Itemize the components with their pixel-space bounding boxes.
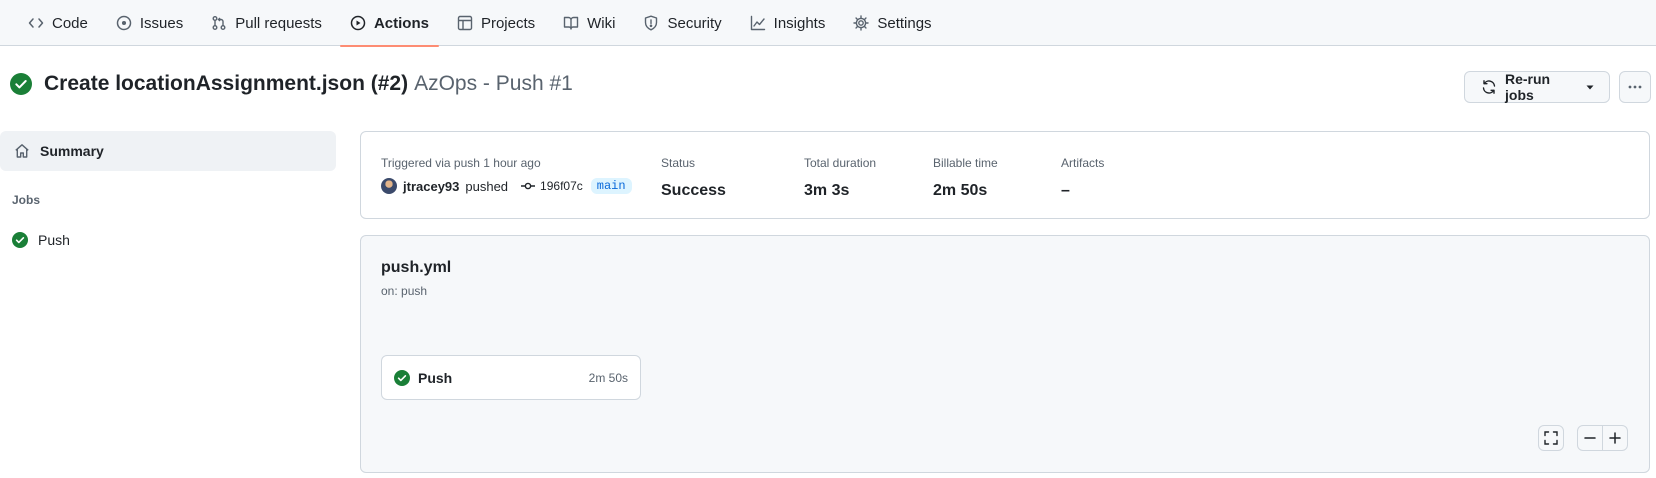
tab-actions[interactable]: Actions <box>339 0 439 47</box>
check-circle-fill-icon <box>394 369 410 386</box>
dash-icon <box>1583 431 1597 445</box>
tab-wiki[interactable]: Wiki <box>553 0 625 46</box>
sidebar-item-label: Push <box>38 232 70 248</box>
workflow-run-name: AzOps - Push #1 <box>414 72 573 95</box>
commit-link[interactable]: 196f07c <box>520 178 583 194</box>
status-stat: Status Success <box>661 156 726 200</box>
trigger-text: Triggered via push 1 hour ago <box>381 156 541 170</box>
shield-icon <box>643 15 659 31</box>
tab-settings[interactable]: Settings <box>843 0 941 46</box>
jobs-heading: Jobs <box>12 193 41 207</box>
branch-label[interactable]: main <box>590 178 632 194</box>
tab-insights[interactable]: Insights <box>740 0 836 46</box>
sync-icon <box>1481 79 1497 95</box>
tab-pull-requests[interactable]: Pull requests <box>201 0 332 46</box>
table-icon <box>457 15 473 31</box>
push-verb: pushed <box>465 178 509 194</box>
duration-value: 3m 3s <box>804 182 850 199</box>
more-options-button[interactable] <box>1619 71 1651 103</box>
issue-opened-icon <box>116 15 132 31</box>
book-icon <box>563 15 579 31</box>
kebab-horizontal-icon <box>1627 79 1643 95</box>
tab-projects[interactable]: Projects <box>447 0 545 46</box>
zoom-out-button[interactable] <box>1577 425 1603 451</box>
tab-security[interactable]: Security <box>633 0 731 46</box>
git-commit-icon <box>520 178 536 194</box>
check-circle-fill-icon <box>12 232 28 248</box>
sidebar-item-summary[interactable]: Summary <box>0 131 336 171</box>
zoom-in-button[interactable] <box>1602 425 1628 451</box>
play-icon <box>350 15 366 31</box>
duration-label: Total duration <box>804 156 877 170</box>
plus-icon <box>1608 431 1622 445</box>
repo-nav: Code Issues Pull requests Actions Projec… <box>0 0 1656 47</box>
fullscreen-button[interactable] <box>1538 425 1564 451</box>
artifacts-stat: Artifacts – <box>1061 156 1104 200</box>
workflow-graph: push.yml on: push Push 2m 50s <box>360 235 1650 473</box>
push-info: jtracey93 pushed 196f07c main <box>381 178 632 194</box>
tab-label: Projects <box>480 14 536 32</box>
artifacts-label: Artifacts <box>1061 156 1105 170</box>
rerun-jobs-button[interactable]: Re-run jobs <box>1464 71 1610 103</box>
code-icon <box>28 15 44 31</box>
job-name: Push <box>418 369 453 386</box>
tab-label: Wiki <box>587 14 616 32</box>
workflow-trigger: on: push <box>381 284 428 298</box>
graph-icon <box>750 15 766 31</box>
tab-issues[interactable]: Issues <box>106 0 193 46</box>
billable-label: Billable time <box>933 156 998 170</box>
status-value: Success <box>661 182 726 199</box>
tab-label: Pull requests <box>235 14 322 32</box>
tab-label: Settings <box>877 14 932 32</box>
tab-code[interactable]: Code <box>18 0 98 46</box>
tab-label: Issues <box>139 14 184 32</box>
screen-full-icon <box>1543 430 1559 446</box>
workflow-file-name[interactable]: push.yml <box>381 259 451 277</box>
home-icon <box>14 143 30 159</box>
billable-value: 2m 50s <box>933 182 988 199</box>
run-summary-card: Triggered via push 1 hour ago jtracey93 … <box>360 131 1650 219</box>
avatar[interactable] <box>381 178 397 194</box>
page-title: Create locationAssignment.json (#2) <box>44 72 409 95</box>
job-duration: 2m 50s <box>588 370 628 385</box>
triangle-down-icon <box>1585 82 1595 92</box>
tab-label: Insights <box>773 14 826 32</box>
tab-label: Code <box>52 14 88 32</box>
check-circle-fill-icon <box>10 73 32 95</box>
git-pull-request-icon <box>211 15 227 31</box>
sidebar-item-label: Summary <box>40 143 104 159</box>
billable-stat: Billable time 2m 50s <box>933 156 998 200</box>
run-header: Create locationAssignment.json (#2) AzOps… <box>10 72 573 96</box>
tab-label: Actions <box>373 14 429 32</box>
sidebar-item-push[interactable]: Push <box>0 228 336 252</box>
user-link[interactable]: jtracey93 <box>403 179 459 194</box>
gear-icon <box>853 15 870 31</box>
commit-sha: 196f07c <box>540 179 583 193</box>
status-label: Status <box>661 156 696 170</box>
artifacts-value: – <box>1061 182 1070 199</box>
duration-stat: Total duration 3m 3s <box>804 156 876 200</box>
job-node-push[interactable]: Push 2m 50s <box>381 355 641 400</box>
rerun-jobs-label: Re-run jobs <box>1505 71 1551 103</box>
tab-label: Security <box>667 14 722 32</box>
